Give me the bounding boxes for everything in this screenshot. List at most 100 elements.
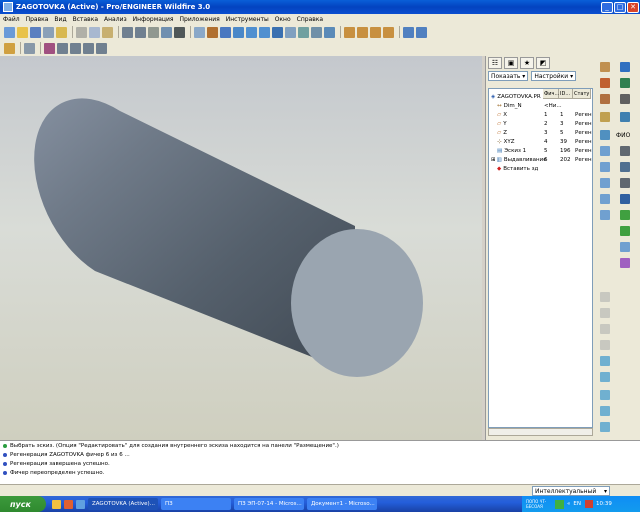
maximize-button[interactable]: □ <box>614 1 626 13</box>
close-button[interactable]: ✕ <box>627 1 639 13</box>
open-icon[interactable] <box>17 26 28 38</box>
spin-center-icon[interactable] <box>324 26 335 38</box>
datum-plane-tool-icon[interactable] <box>600 62 610 72</box>
shell-tool-icon[interactable] <box>600 194 610 204</box>
rib-tool-icon[interactable] <box>600 210 610 220</box>
shading-icon[interactable] <box>311 26 322 38</box>
find-icon[interactable] <box>161 26 172 38</box>
quicklaunch-icon[interactable] <box>64 499 73 509</box>
menu-help[interactable]: Справка <box>297 16 323 23</box>
quicklaunch-icon[interactable] <box>76 499 85 509</box>
menu-view[interactable]: Вид <box>54 16 66 23</box>
menu-file[interactable]: Файл <box>3 16 20 23</box>
repaint-icon[interactable] <box>207 26 218 38</box>
window-icon[interactable] <box>403 26 414 38</box>
blend-tool-icon[interactable] <box>620 162 630 172</box>
cut-icon[interactable] <box>76 26 87 38</box>
refit-icon[interactable] <box>272 26 283 38</box>
model-tree[interactable]: Фич... ID... Стату ◈ ZAGOTOVKA.PR ↔ Dim_… <box>488 88 593 428</box>
paste-icon[interactable] <box>102 26 113 38</box>
menu-applications[interactable]: Приложения <box>180 16 220 23</box>
settings-dropdown[interactable]: Настройки ▾ <box>531 71 577 81</box>
datum-points-icon[interactable] <box>370 26 381 38</box>
sketch-icon[interactable] <box>70 42 81 54</box>
regenerate-icon[interactable] <box>148 26 159 38</box>
tree-item-extrude[interactable]: ⊞ ▥ Выдавливание <box>491 155 547 164</box>
datum-axis-tool-icon[interactable] <box>620 62 630 72</box>
tree-item-insert-here[interactable]: ◆ Вставить зд <box>497 164 538 173</box>
intersect-tool-icon[interactable] <box>600 422 610 432</box>
undo-icon[interactable] <box>122 26 133 38</box>
offset-tool-icon[interactable] <box>600 372 610 382</box>
tray-icon[interactable] <box>584 500 593 508</box>
zoom-in-icon[interactable] <box>246 26 257 38</box>
tree-item-z[interactable]: ▱ Z <box>497 128 507 137</box>
menu-edit[interactable]: Правка <box>26 16 49 23</box>
column-header-feature[interactable]: Фич... <box>543 89 559 98</box>
table-icon[interactable] <box>83 42 94 54</box>
layers-icon[interactable] <box>44 42 55 54</box>
relations-icon[interactable] <box>96 42 107 54</box>
analysis-tool-icon[interactable] <box>620 94 630 104</box>
tree-horizontal-scrollbar[interactable] <box>488 428 593 436</box>
model-tree-tab-icon[interactable]: ☷ <box>488 57 502 69</box>
show-dropdown[interactable]: Показать ▾ <box>488 71 529 81</box>
menu-info[interactable]: Информация <box>133 16 174 23</box>
tree-item-root[interactable]: ◈ ZAGOTOVKA.PR <box>491 92 541 101</box>
start-button[interactable]: пуск <box>0 496 46 512</box>
tree-item-y[interactable]: ▱ Y <box>497 119 507 128</box>
quicklaunch-icon[interactable] <box>52 499 61 509</box>
trim-tool-icon[interactable] <box>620 258 630 268</box>
task-word-doc2[interactable]: Документ1 - Microso... <box>307 498 377 510</box>
merge-tool-icon[interactable] <box>620 242 630 252</box>
draft-tool-icon[interactable] <box>620 194 630 204</box>
extend-tool-icon[interactable] <box>600 356 610 366</box>
datum-axes-icon[interactable] <box>357 26 368 38</box>
datum-planes-icon[interactable] <box>344 26 355 38</box>
orient-icon[interactable] <box>220 26 231 38</box>
menu-insert[interactable]: Вставка <box>73 16 98 23</box>
round-tool-icon[interactable] <box>600 178 610 188</box>
print-icon[interactable] <box>43 26 54 38</box>
history-tab-icon[interactable]: ◩ <box>536 57 550 69</box>
chamfer-tool-icon[interactable] <box>620 178 630 188</box>
menu-analysis[interactable]: Анализ <box>104 16 127 23</box>
tree-item-dim[interactable]: ↔ Dim_N <box>497 101 522 110</box>
expand-icon[interactable]: ⊞ <box>491 157 496 163</box>
csys-tool-icon[interactable] <box>620 78 630 88</box>
hidden-line-icon[interactable] <box>298 26 309 38</box>
zoom-out-icon[interactable] <box>259 26 270 38</box>
menu-tools[interactable]: Инструменты <box>226 16 269 23</box>
new-icon[interactable] <box>4 26 15 38</box>
task-pz[interactable]: ПЗ <box>161 498 231 510</box>
display-style-icon[interactable] <box>194 26 205 38</box>
email-icon[interactable] <box>56 26 67 38</box>
pattern-tool-icon[interactable] <box>620 210 630 220</box>
sketch-tool-icon[interactable] <box>600 112 610 122</box>
revolve-tool-icon[interactable] <box>620 146 630 156</box>
task-word-doc1[interactable]: ПЗ ЭП-07-14 - Micros... <box>234 498 304 510</box>
mirror-tool-icon[interactable] <box>620 226 630 236</box>
solidify-tool-icon[interactable] <box>600 406 610 416</box>
folder-browser-tab-icon[interactable]: ▣ <box>504 57 518 69</box>
favorites-tab-icon[interactable]: ★ <box>520 57 534 69</box>
select-filter-icon[interactable] <box>24 42 35 54</box>
save-icon[interactable] <box>30 26 41 38</box>
tree-item-sketch[interactable]: ▤ Эскиз 1 <box>497 146 526 155</box>
binoculars-icon[interactable] <box>174 26 185 38</box>
curve-tool-icon[interactable] <box>600 94 610 104</box>
sweep-tool-icon[interactable] <box>600 162 610 172</box>
model-tree-filter-icon[interactable] <box>4 42 15 54</box>
column-header-status[interactable]: Стату <box>573 89 591 98</box>
task-proe[interactable]: ZAGOTOVKA (Active)... <box>88 498 158 510</box>
copy-icon[interactable] <box>89 26 100 38</box>
language-indicator[interactable]: EN <box>573 501 581 507</box>
tree-item-x[interactable]: ▱ X <box>497 110 507 119</box>
redo-icon[interactable] <box>135 26 146 38</box>
minimize-button[interactable]: _ <box>601 1 613 13</box>
column-header-id[interactable]: ID... <box>559 89 573 98</box>
model-feature-icon[interactable] <box>620 112 630 122</box>
hole-tool-icon[interactable] <box>600 130 610 140</box>
fio-label[interactable]: ФИО <box>616 132 630 139</box>
thicken-tool-icon[interactable] <box>600 390 610 400</box>
